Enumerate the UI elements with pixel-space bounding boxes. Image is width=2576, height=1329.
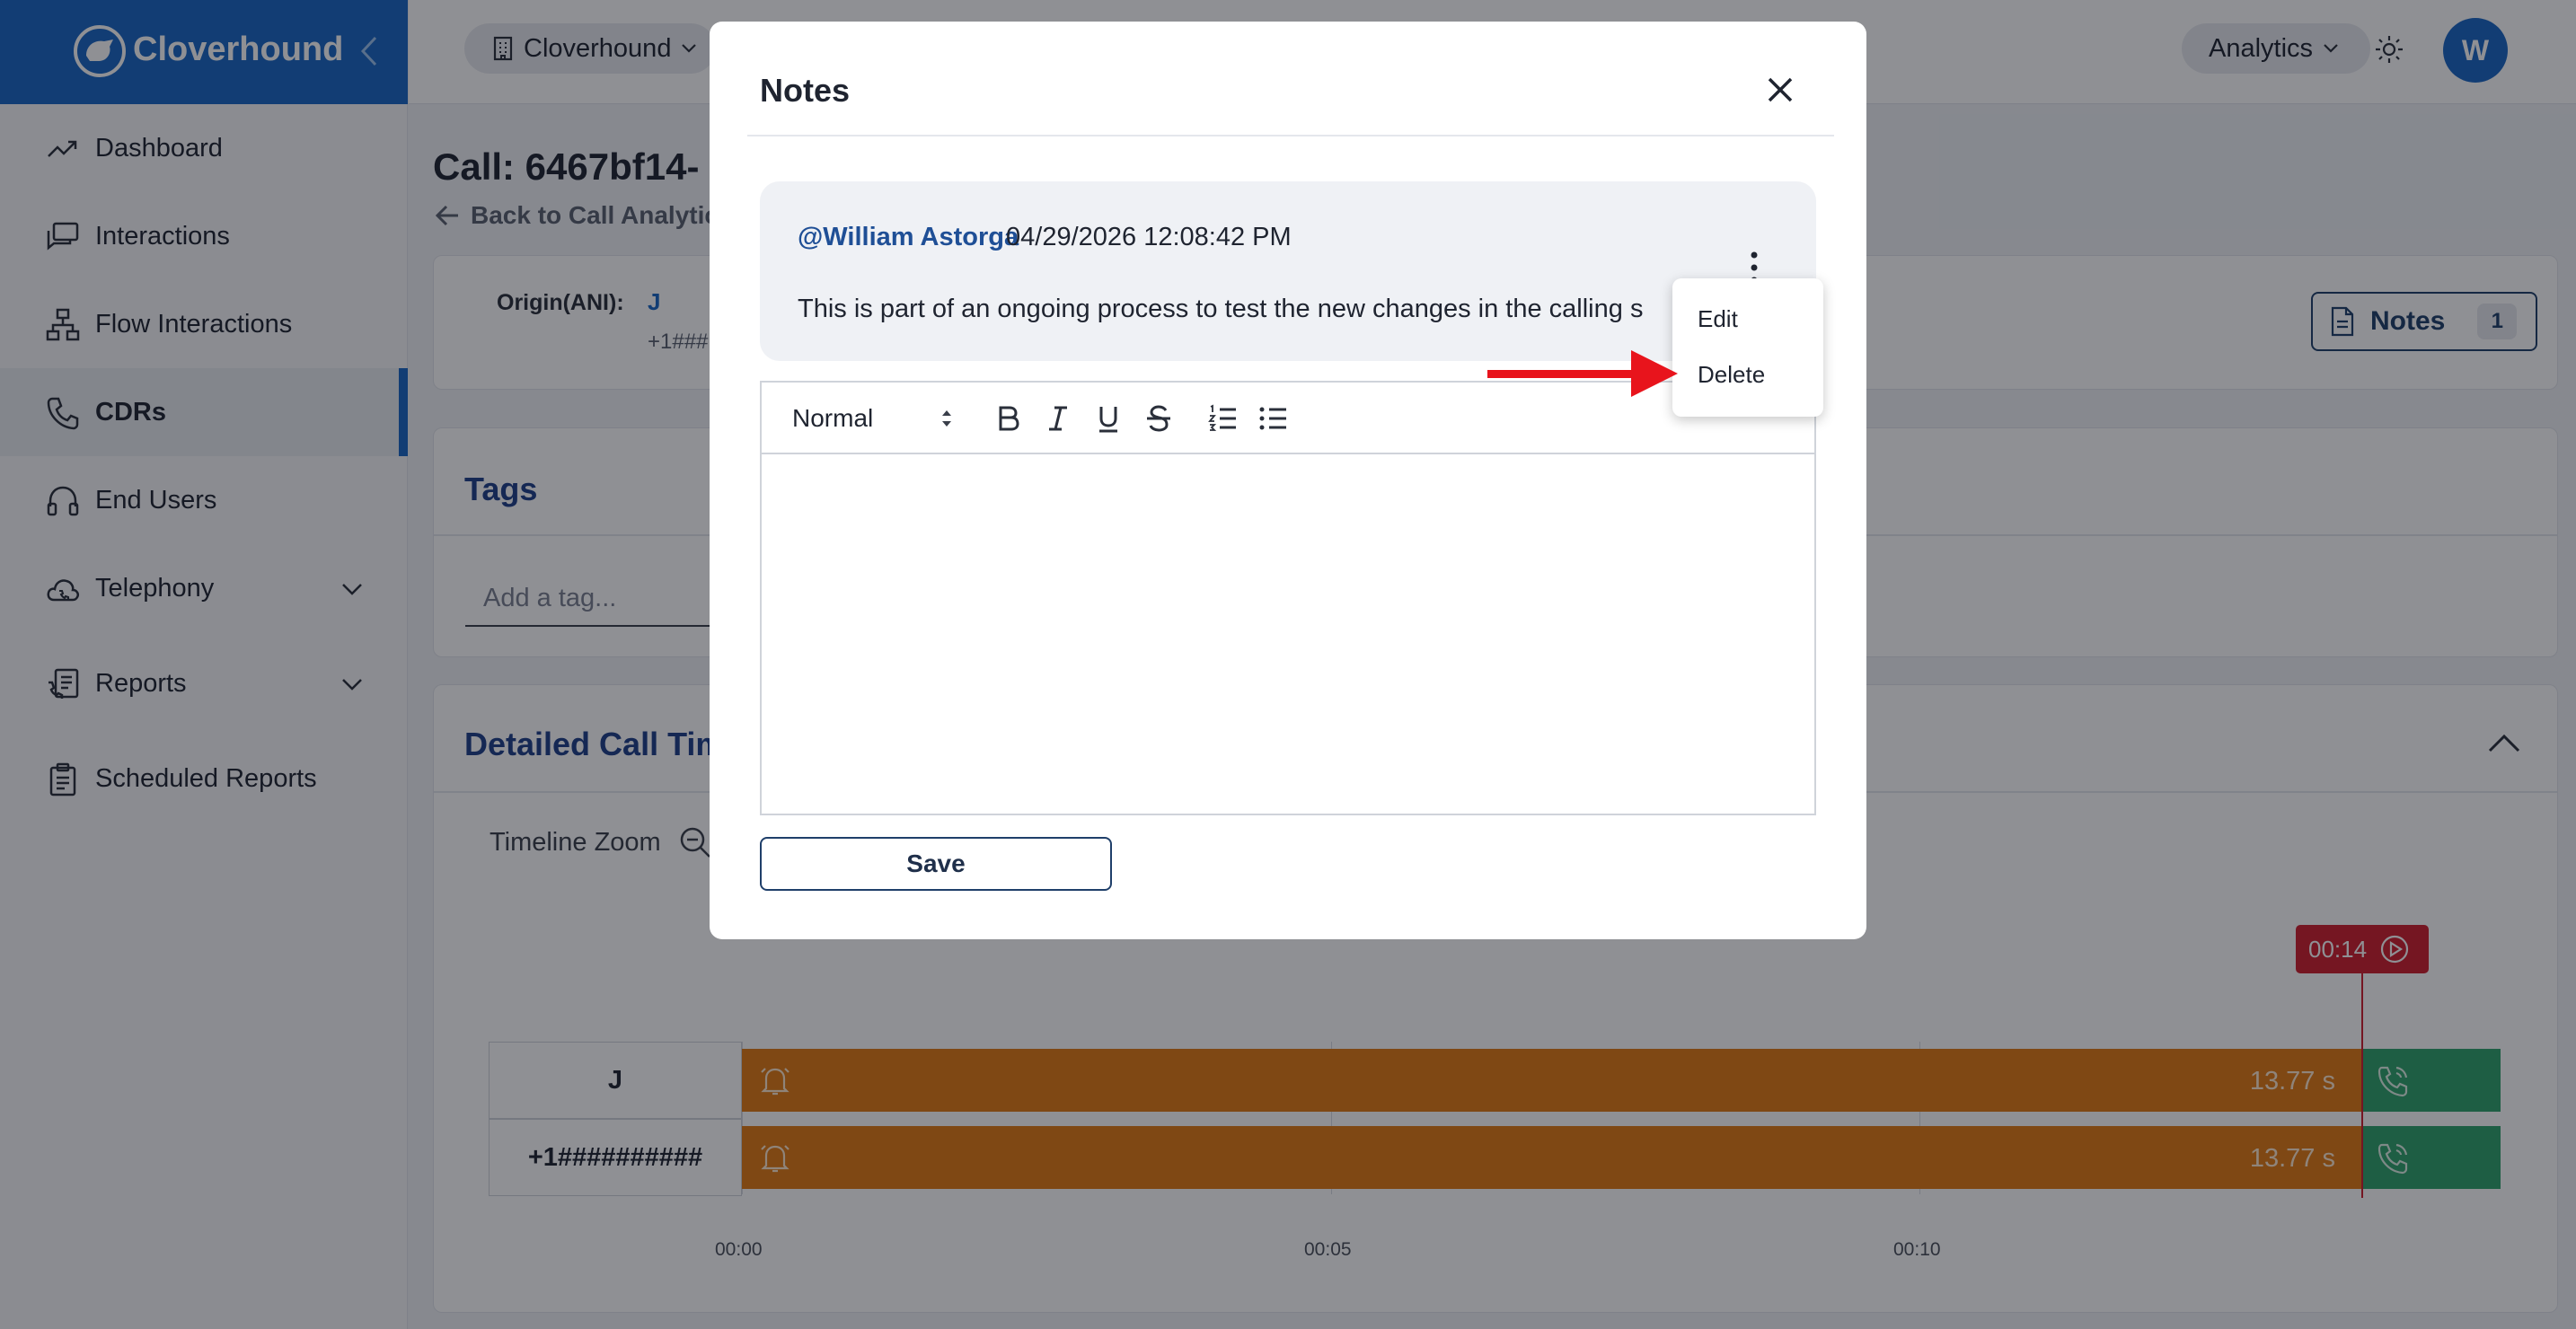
modal-divider <box>747 135 1834 136</box>
select-arrows-icon <box>942 410 951 427</box>
note-text: This is part of an ongoing process to te… <box>798 295 1644 323</box>
note-editor: Normal <box>760 381 1816 815</box>
modal-title: Notes <box>760 72 851 109</box>
close-icon[interactable] <box>1762 72 1798 108</box>
menu-item-edit[interactable]: Edit <box>1698 305 1738 333</box>
italic-icon[interactable] <box>1042 402 1074 435</box>
note-author[interactable]: @William Astorga <box>798 223 1019 252</box>
note-editor-textarea[interactable] <box>762 456 1814 814</box>
underline-icon[interactable] <box>1092 402 1125 435</box>
notes-modal: Notes @William Astorga 04/29/2026 12:08:… <box>710 22 1866 939</box>
bold-icon[interactable] <box>992 402 1024 435</box>
ordered-list-icon[interactable] <box>1207 402 1239 435</box>
format-select-value: Normal <box>792 404 874 432</box>
save-button[interactable]: Save <box>760 837 1112 891</box>
annotation-arrow-icon <box>1487 350 1678 397</box>
note-card: @William Astorga 04/29/2026 12:08:42 PM … <box>760 181 1816 361</box>
menu-item-delete[interactable]: Delete <box>1698 361 1765 389</box>
note-context-menu: Edit Delete <box>1672 278 1823 417</box>
format-select[interactable]: Normal <box>792 402 954 435</box>
bullet-list-icon[interactable] <box>1257 402 1290 435</box>
strikethrough-icon[interactable] <box>1142 402 1175 435</box>
note-timestamp: 04/29/2026 12:08:42 PM <box>1006 223 1292 251</box>
